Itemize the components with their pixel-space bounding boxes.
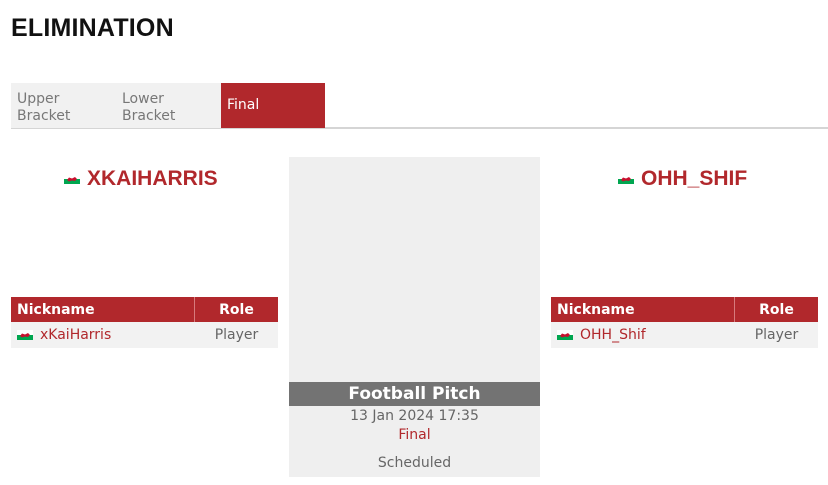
role-column-header: Role <box>219 301 254 318</box>
match-datetime: 13 Jan 2024 17:35 <box>350 408 479 424</box>
tab-upper-bracket-line1: Upper <box>17 91 60 107</box>
table-row: xKaiHarris Player <box>11 322 278 348</box>
tab-lower-bracket-line1: Lower <box>122 91 164 107</box>
table-row: OHH_Shif Player <box>551 322 818 348</box>
team-left-name: XKAIHARRIS <box>87 167 218 190</box>
player-role: Player <box>754 327 799 343</box>
player-nickname: xKaiHarris <box>40 327 112 343</box>
team-right-name-link[interactable]: OHH_SHIF <box>618 166 747 192</box>
tab-lower-bracket[interactable]: Lower Bracket <box>116 83 221 128</box>
player-nickname-link[interactable]: OHH_Shif <box>551 322 735 348</box>
wales-flag-icon <box>64 174 80 184</box>
player-role: Player <box>214 327 259 343</box>
wales-flag-icon <box>17 330 33 340</box>
wales-flag-icon <box>557 330 573 340</box>
tab-lower-bracket-line2: Bracket <box>122 108 176 124</box>
match-info-panel: Football Pitch 13 Jan 2024 17:35 Final S… <box>289 157 540 477</box>
bracket-tabs: Upper Bracket Lower Bracket Final <box>11 83 828 129</box>
nickname-column-header: Nickname <box>551 297 735 322</box>
roster-table-left: Nickname Role xKaiHarris Player <box>11 297 278 348</box>
match-stage: Final <box>398 427 431 443</box>
match-status: Scheduled <box>377 455 452 471</box>
venue-label: Football Pitch <box>289 382 540 406</box>
roster-table-right: Nickname Role OHH_Shif Player <box>551 297 818 348</box>
wales-flag-icon <box>618 174 634 184</box>
team-left-name-link[interactable]: XKAIHARRIS <box>64 166 218 192</box>
page-title: ELIMINATION <box>11 14 174 42</box>
team-right-name: OHH_SHIF <box>641 167 748 190</box>
roster-header: Nickname Role <box>11 297 278 322</box>
role-column-header: Role <box>759 301 794 318</box>
tab-upper-bracket-line2: Bracket <box>17 108 71 124</box>
player-nickname: OHH_Shif <box>580 327 646 343</box>
nickname-column-header: Nickname <box>11 297 195 322</box>
tab-final-label: Final <box>227 97 260 113</box>
tab-final[interactable]: Final <box>221 83 325 128</box>
roster-header: Nickname Role <box>551 297 818 322</box>
tab-upper-bracket[interactable]: Upper Bracket <box>11 83 116 128</box>
player-nickname-link[interactable]: xKaiHarris <box>11 322 195 348</box>
